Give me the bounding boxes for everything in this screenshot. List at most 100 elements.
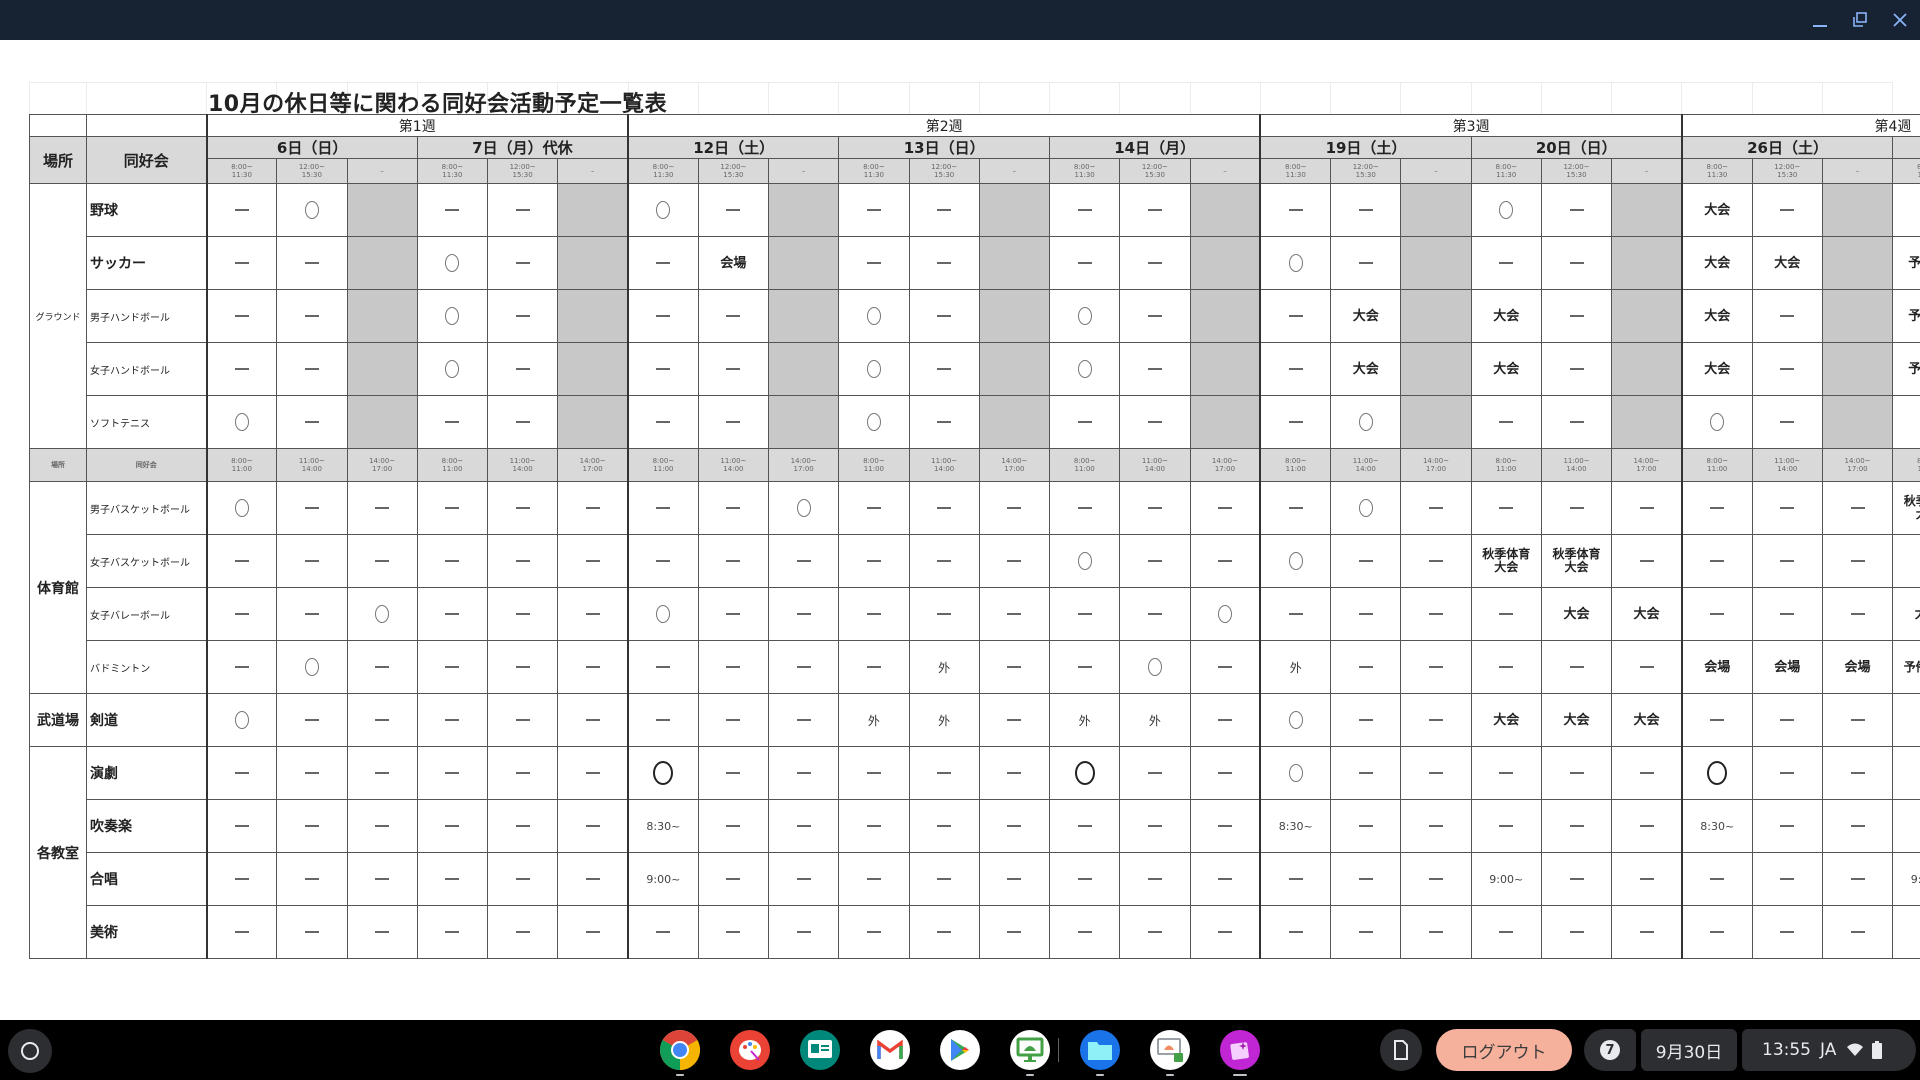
schedule-cell[interactable] [1540, 640, 1613, 694]
schedule-cell[interactable] [557, 236, 629, 290]
schedule-cell[interactable] [1611, 183, 1683, 237]
schedule-cell[interactable] [1821, 905, 1894, 959]
schedule-cell[interactable] [978, 799, 1051, 853]
schedule-cell[interactable] [1680, 693, 1753, 747]
schedule-cell[interactable]: 外 [1892, 693, 1920, 747]
schedule-cell[interactable] [205, 342, 278, 396]
schedule-cell[interactable] [1189, 342, 1261, 396]
schedule-cell[interactable] [1821, 852, 1894, 906]
schedule-cell[interactable] [1330, 395, 1402, 449]
schedule-cell[interactable] [838, 905, 910, 959]
schedule-cell[interactable] [1400, 481, 1472, 535]
schedule-cell[interactable]: 大会 [1611, 587, 1683, 641]
schedule-cell[interactable] [1751, 342, 1823, 396]
schedule-cell[interactable] [205, 852, 278, 906]
schedule-cell[interactable] [697, 534, 770, 588]
app-screen-share[interactable] [1010, 1030, 1050, 1076]
schedule-cell[interactable] [205, 905, 278, 959]
schedule-cell[interactable] [1400, 640, 1472, 694]
schedule-cell[interactable] [346, 236, 418, 290]
schedule-cell[interactable] [276, 640, 348, 694]
schedule-cell[interactable] [416, 289, 489, 343]
schedule-cell[interactable] [1330, 481, 1402, 535]
schedule-cell[interactable] [697, 481, 770, 535]
schedule-cell[interactable] [1049, 236, 1121, 290]
schedule-cell[interactable] [557, 746, 629, 800]
schedule-cell[interactable] [1400, 289, 1472, 343]
schedule-cell[interactable] [1189, 905, 1261, 959]
schedule-cell[interactable] [768, 342, 840, 396]
schedule-cell[interactable] [1119, 640, 1191, 694]
schedule-cell[interactable] [908, 183, 980, 237]
schedule-cell[interactable] [768, 289, 840, 343]
schedule-cell[interactable] [1611, 342, 1683, 396]
schedule-cell[interactable] [1119, 852, 1191, 906]
schedule-cell[interactable] [1540, 395, 1613, 449]
schedule-cell[interactable] [346, 183, 418, 237]
schedule-cell[interactable]: 大会 [1330, 342, 1402, 396]
schedule-cell[interactable] [627, 534, 699, 588]
schedule-cell[interactable] [627, 587, 699, 641]
schedule-cell[interactable] [1400, 799, 1472, 853]
schedule-cell[interactable] [1470, 746, 1542, 800]
schedule-cell[interactable] [416, 693, 489, 747]
schedule-cell[interactable] [1400, 183, 1472, 237]
schedule-cell[interactable] [416, 640, 489, 694]
schedule-cell[interactable] [838, 289, 910, 343]
schedule-cell[interactable]: 外 [838, 693, 910, 747]
schedule-cell[interactable] [1259, 183, 1332, 237]
schedule-cell[interactable] [276, 481, 348, 535]
schedule-cell[interactable] [838, 799, 910, 853]
schedule-cell[interactable] [205, 236, 278, 290]
schedule-cell[interactable]: 外 [908, 640, 980, 694]
schedule-cell[interactable] [486, 342, 559, 396]
schedule-cell[interactable] [1540, 852, 1613, 906]
schedule-cell[interactable] [908, 236, 980, 290]
schedule-cell[interactable] [1259, 289, 1332, 343]
schedule-cell[interactable] [346, 693, 418, 747]
schedule-cell[interactable] [1470, 183, 1542, 237]
schedule-cell[interactable] [978, 852, 1051, 906]
schedule-cell[interactable] [768, 746, 840, 800]
schedule-cell[interactable] [1470, 905, 1542, 959]
schedule-cell[interactable] [416, 395, 489, 449]
schedule-cell[interactable] [1049, 852, 1121, 906]
schedule-cell[interactable] [205, 395, 278, 449]
schedule-cell[interactable] [697, 342, 770, 396]
schedule-cell[interactable] [276, 905, 348, 959]
schedule-cell[interactable] [205, 799, 278, 853]
schedule-cell[interactable] [1259, 905, 1332, 959]
schedule-cell[interactable] [908, 395, 980, 449]
schedule-cell[interactable] [1259, 481, 1332, 535]
schedule-cell[interactable] [627, 236, 699, 290]
schedule-cell[interactable]: 外 [1119, 693, 1191, 747]
schedule-cell[interactable] [1680, 534, 1753, 588]
schedule-cell[interactable] [276, 852, 348, 906]
schedule-cell[interactable] [1611, 481, 1683, 535]
schedule-cell[interactable] [1540, 481, 1613, 535]
schedule-cell[interactable] [768, 481, 840, 535]
schedule-cell[interactable] [1330, 587, 1402, 641]
schedule-cell[interactable]: 大会 [1680, 183, 1753, 237]
schedule-cell[interactable] [1189, 587, 1261, 641]
schedule-cell[interactable] [1680, 395, 1753, 449]
schedule-cell[interactable] [1611, 852, 1683, 906]
schedule-cell[interactable] [627, 640, 699, 694]
schedule-cell[interactable] [1611, 905, 1683, 959]
schedule-cell[interactable] [1400, 236, 1472, 290]
app-files[interactable] [1080, 1030, 1120, 1076]
schedule-cell[interactable] [346, 640, 418, 694]
schedule-cell[interactable] [978, 640, 1051, 694]
schedule-cell[interactable] [978, 481, 1051, 535]
schedule-cell[interactable] [978, 236, 1051, 290]
schedule-cell[interactable] [697, 799, 770, 853]
schedule-cell[interactable] [627, 746, 699, 800]
date-tray[interactable]: 9月30日 [1641, 1029, 1737, 1071]
schedule-cell[interactable]: 大会 [1751, 236, 1823, 290]
schedule-cell[interactable] [557, 481, 629, 535]
schedule-cell[interactable] [1611, 395, 1683, 449]
schedule-cell[interactable] [1751, 693, 1823, 747]
schedule-cell[interactable] [1259, 534, 1332, 588]
schedule-cell[interactable] [1751, 852, 1823, 906]
schedule-cell[interactable] [205, 640, 278, 694]
